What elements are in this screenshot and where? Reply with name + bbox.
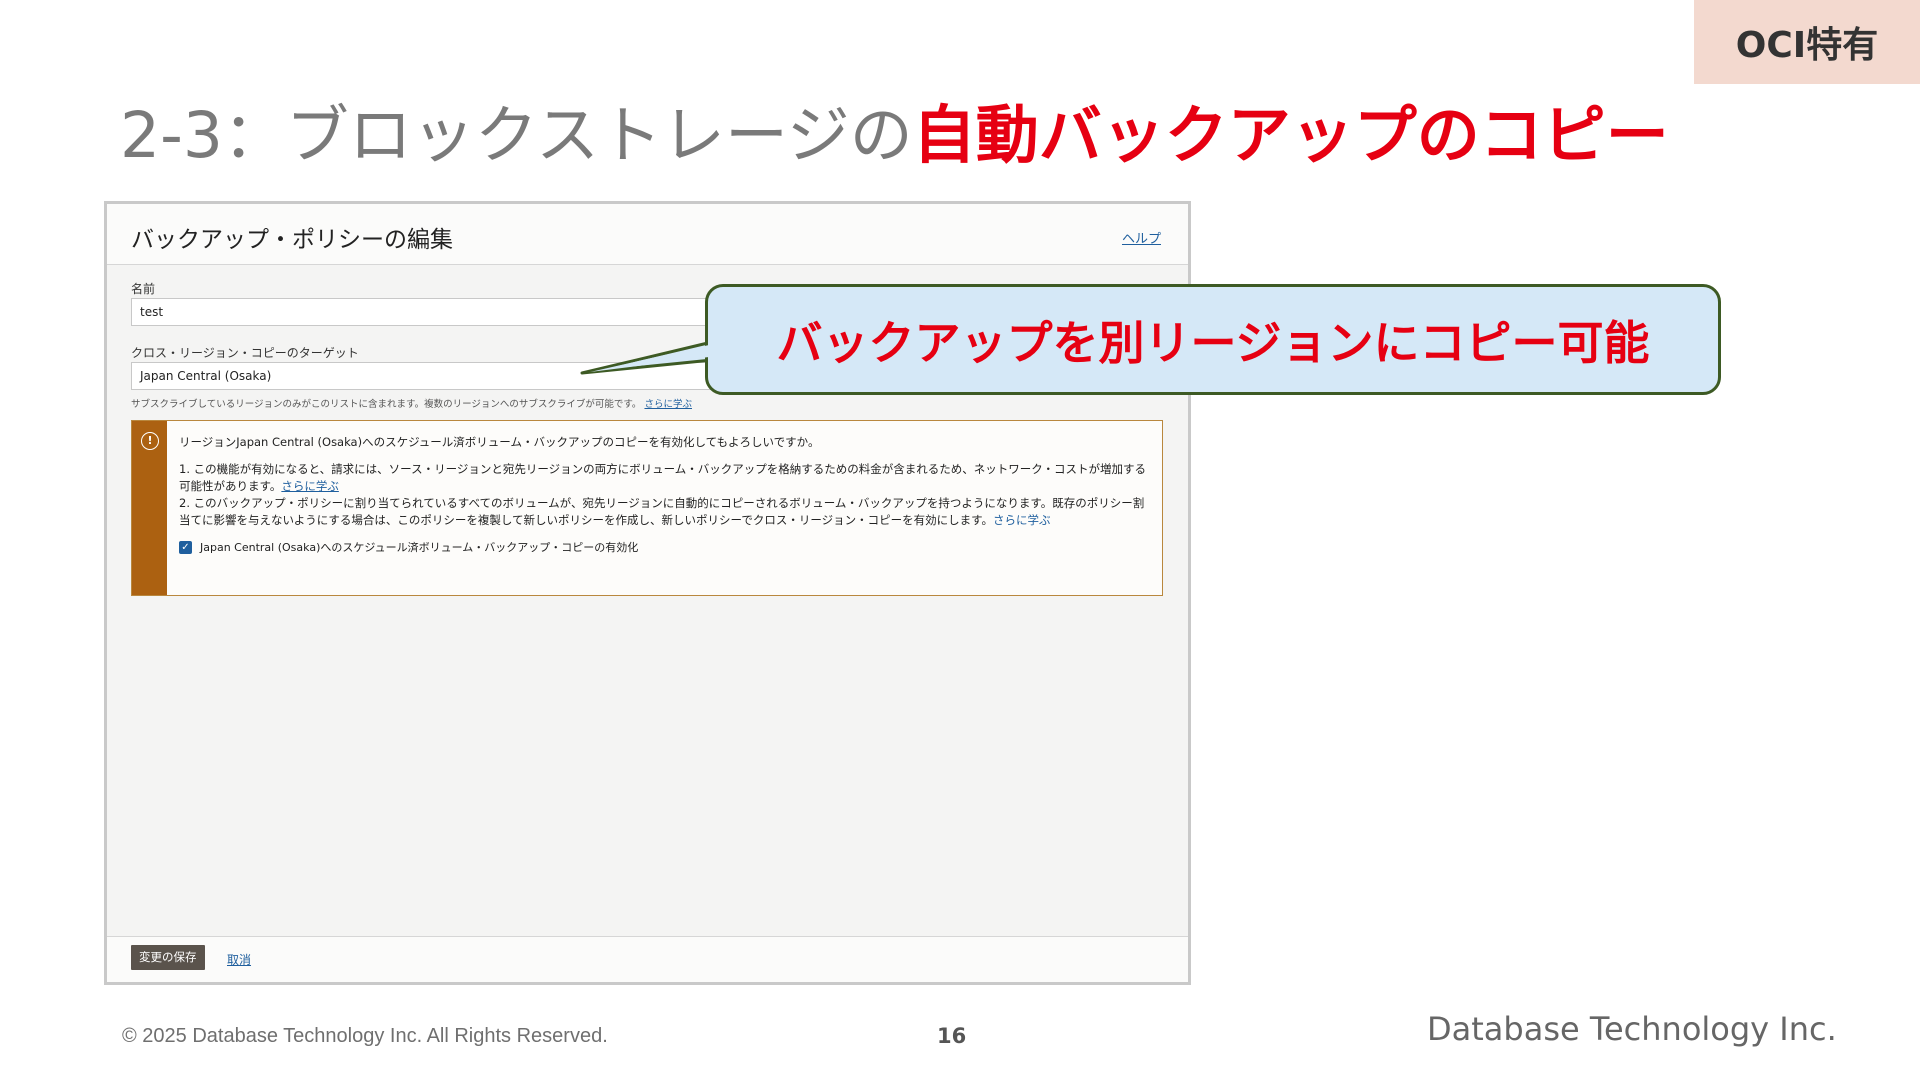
name-label: 名前 <box>131 282 156 296</box>
alert-item-2-link[interactable]: さらに学ぶ <box>993 513 1051 527</box>
warning-icon: ! <box>141 432 159 450</box>
help-link[interactable]: ヘルプ <box>1122 228 1161 247</box>
copyright: © 2025 Database Technology Inc. All Righ… <box>122 1025 608 1047</box>
alert-item-2: 2. このバックアップ・ポリシーに割り当てられているすべてのボリュームが、宛先リ… <box>179 495 1150 529</box>
enable-copy-row[interactable]: ✓ Japan Central (Osaka)へのスケジュール済ボリューム・バッ… <box>179 539 1150 556</box>
slide-title: 2-3：ブロックストレージの自動バックアップのコピー <box>120 96 1669 176</box>
alert-list: 1. この機能が有効になると、請求には、ソース・リージョンと宛先リージョンの両方… <box>179 461 1150 529</box>
region-help-text: サブスクライブしているリージョンのみがこのリストに含まれます。複数のリージョンへ… <box>131 396 692 410</box>
dialog-title: バックアップ・ポリシーの編集 <box>131 227 453 253</box>
alert-item-1: 1. この機能が有効になると、請求には、ソース・リージョンと宛先リージョンの両方… <box>179 461 1150 495</box>
alert-headline: リージョンJapan Central (Osaka)へのスケジュール済ボリューム… <box>179 435 820 449</box>
alert-bar: ! <box>132 421 167 595</box>
enable-copy-label[interactable]: Japan Central (Osaka)へのスケジュール済ボリューム・バックア… <box>200 539 638 556</box>
region-help-message: サブスクライブしているリージョンのみがこのリストに含まれます。複数のリージョンへ… <box>131 399 642 410</box>
enable-copy-checkbox[interactable]: ✓ <box>179 541 192 554</box>
slide-title-prefix: 2-3：ブロックストレージの <box>120 99 913 172</box>
cancel-link[interactable]: 取消 <box>227 951 251 968</box>
company-logo: Database Technology Inc. <box>1427 1010 1837 1048</box>
page-number: 16 <box>937 1024 967 1048</box>
callout-bubble: バックアップを別リージョンにコピー可能 <box>705 284 1721 395</box>
learn-more-link[interactable]: さらに学ぶ <box>644 399 692 410</box>
warning-alert: ! リージョンJapan Central (Osaka)へのスケジュール済ボリュ… <box>131 420 1163 596</box>
oci-specific-tag: OCI特有 <box>1694 0 1920 84</box>
alert-body: リージョンJapan Central (Osaka)へのスケジュール済ボリューム… <box>179 434 1150 556</box>
save-changes-button[interactable]: 変更の保存 <box>131 945 205 970</box>
dialog-footer: 変更の保存 取消 <box>107 936 1188 982</box>
target-region-label: クロス・リージョン・コピーのターゲット <box>131 346 359 360</box>
slide-title-highlight: 自動バックアップのコピー <box>912 99 1669 172</box>
alert-item-1-link[interactable]: さらに学ぶ <box>281 479 339 493</box>
dialog-header: バックアップ・ポリシーの編集 ヘルプ <box>107 204 1188 265</box>
